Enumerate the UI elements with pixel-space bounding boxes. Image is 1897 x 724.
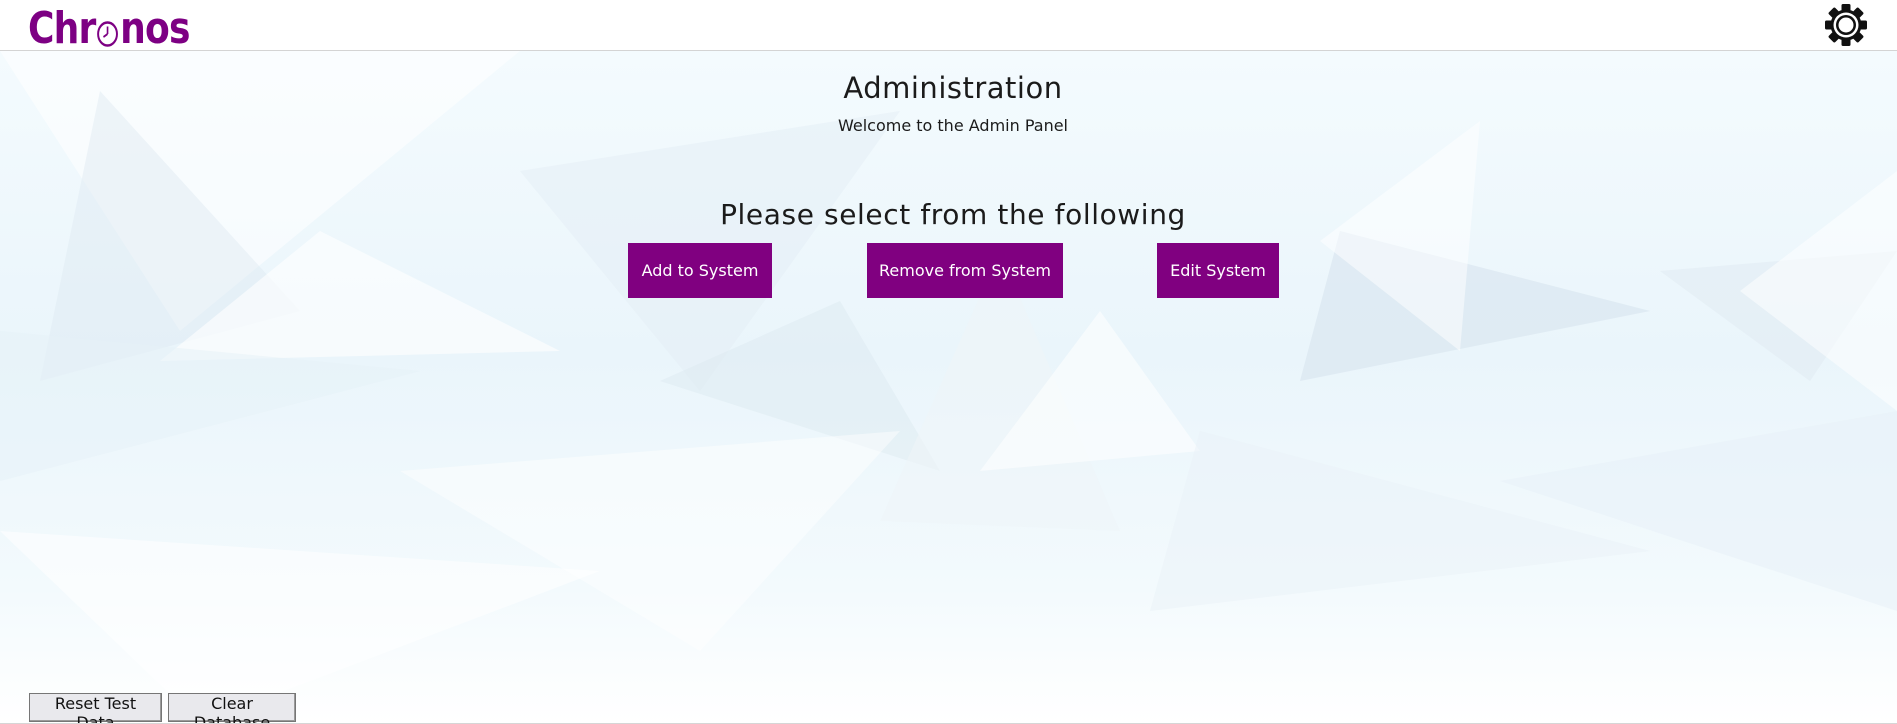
selection-prompt: Please select from the following	[720, 198, 1186, 231]
remove-from-system-button[interactable]: Remove from System	[867, 243, 1063, 298]
admin-main-area: Administration Welcome to the Admin Pane…	[0, 51, 1897, 723]
chronos-logo[interactable]: Chr nos	[28, 6, 190, 52]
edit-system-button[interactable]: Edit System	[1157, 243, 1279, 298]
logo-text-suffix: nos	[120, 3, 190, 54]
background-triangles	[0, 51, 1897, 723]
clock-icon	[97, 21, 119, 47]
page-subtitle: Welcome to the Admin Panel	[837, 116, 1068, 135]
gear-icon[interactable]	[1823, 2, 1869, 48]
add-to-system-button[interactable]: Add to System	[628, 243, 772, 298]
top-bar: Chr nos	[0, 0, 1897, 52]
reset-test-data-button[interactable]: Reset Test Data	[29, 693, 162, 723]
page-title: Administration	[843, 71, 1063, 105]
clear-database-button[interactable]: Clear Database	[168, 693, 296, 723]
logo-text-prefix: Chr	[28, 3, 96, 54]
